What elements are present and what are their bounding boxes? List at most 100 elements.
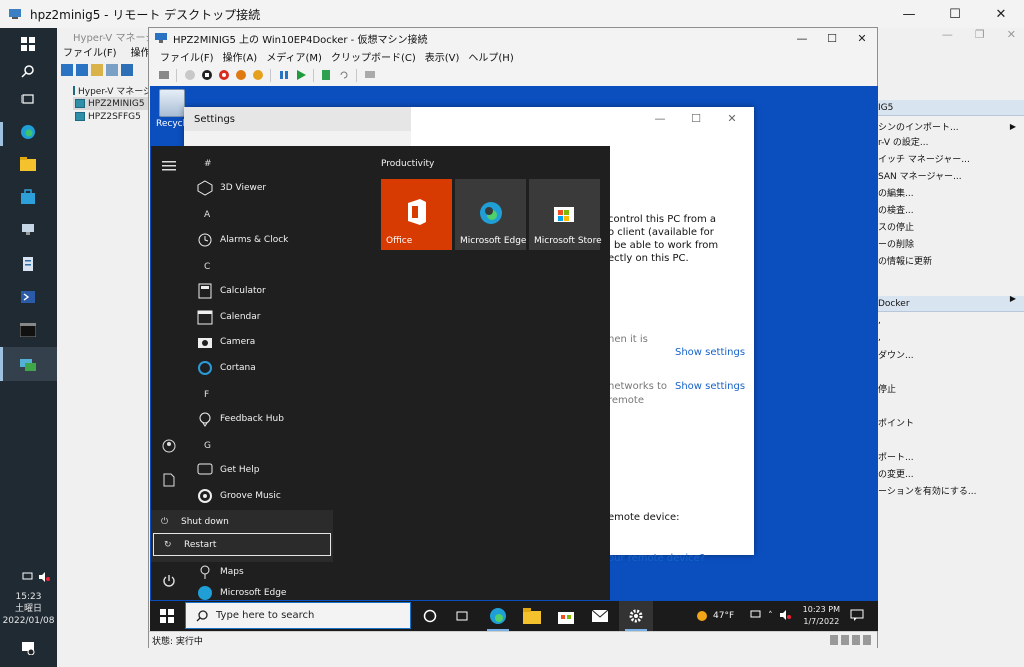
network-icon[interactable]	[14, 218, 42, 242]
vm-menu-media[interactable]: メディア(M)	[266, 49, 322, 64]
app-groove-music[interactable]: Groove Music	[196, 485, 281, 507]
vm-guest-screen[interactable]: Recycle Settings — ☐ ✕ control this PC f…	[150, 86, 878, 631]
guest-start-button[interactable]	[150, 601, 184, 631]
show-settings-link[interactable]: Show settings	[675, 347, 745, 358]
action-item[interactable]: ーの削除	[876, 235, 1024, 252]
notification-icon[interactable]	[850, 609, 864, 624]
action-item[interactable]: スの停止	[876, 218, 1024, 235]
taskbar-file-explorer[interactable]	[515, 601, 549, 631]
pause-icon[interactable]	[277, 69, 290, 82]
section-letter[interactable]: G	[204, 441, 211, 451]
app-camera[interactable]: Camera	[196, 331, 255, 353]
weather-icon[interactable]	[695, 609, 709, 623]
action-item[interactable]: ,	[876, 329, 1024, 346]
app-alarms-clock[interactable]: Alarms & Clock	[196, 229, 288, 251]
user-account-icon[interactable]	[161, 438, 177, 454]
action-item[interactable]: ポイント	[876, 414, 1024, 431]
action-item[interactable]: イッチ マネージャー...	[876, 150, 1024, 167]
back-icon[interactable]	[61, 64, 73, 76]
hyperv-minimize-icon[interactable]: —	[942, 28, 953, 41]
checkpoint-icon[interactable]	[320, 69, 333, 82]
action-item[interactable]: シンのインポート...	[876, 116, 1024, 133]
app-cortana[interactable]: Cortana	[196, 357, 256, 379]
close-button[interactable]: ✕	[978, 0, 1024, 28]
guest-clock[interactable]: 10:23 PM 1/7/2022	[803, 604, 840, 628]
vm-menu-action[interactable]: 操作(A)	[223, 49, 258, 64]
taskbar-mail[interactable]	[583, 601, 617, 631]
volume-muted-icon[interactable]	[30, 565, 58, 589]
action-item[interactable]: の編集...	[876, 184, 1024, 201]
tile-microsoft-store[interactable]: Microsoft Store	[529, 179, 602, 250]
action-item[interactable]: の変更...	[876, 465, 1024, 482]
weather-temperature[interactable]: 47°F	[713, 611, 734, 621]
shut-down-item[interactable]: ⏻ Shut down	[151, 510, 333, 533]
tile-office[interactable]: Office	[381, 179, 452, 250]
action-item[interactable]: ダウン...	[876, 346, 1024, 363]
shutdown-icon[interactable]	[217, 69, 230, 82]
network-tray-icon[interactable]	[750, 610, 762, 623]
action-item[interactable]: ポート...	[876, 448, 1024, 465]
section-letter[interactable]: #	[204, 159, 212, 169]
section-letter[interactable]: F	[204, 390, 209, 400]
vm-menu-file[interactable]: ファイル(F)	[160, 49, 214, 64]
action-item[interactable]: の検査...	[876, 201, 1024, 218]
list-view-icon[interactable]	[106, 64, 118, 76]
windows-start-icon[interactable]	[14, 32, 42, 56]
action-item[interactable]	[876, 397, 1024, 414]
guest-search-box[interactable]: Type here to search	[185, 602, 411, 629]
cortana-button[interactable]	[413, 601, 447, 631]
action-item[interactable]	[876, 431, 1024, 448]
taskbar-edge[interactable]	[481, 601, 515, 631]
powershell-icon[interactable]	[14, 285, 42, 309]
section-letter[interactable]: A	[204, 210, 210, 220]
revert-icon[interactable]	[337, 69, 350, 82]
folder-icon[interactable]	[91, 64, 103, 76]
resume-icon[interactable]	[294, 69, 307, 82]
settings-minimize-button[interactable]: —	[642, 111, 678, 125]
app-calculator[interactable]: Calculator	[196, 280, 266, 302]
help-icon[interactable]	[121, 64, 133, 76]
vm-close-button[interactable]: ✕	[847, 28, 877, 48]
save-icon[interactable]	[234, 69, 247, 82]
task-view-button[interactable]	[445, 601, 479, 631]
section-letter[interactable]: C	[204, 262, 210, 272]
notification-icon[interactable]	[14, 636, 42, 660]
tree-server-hpz2minig5[interactable]: HPZ2MINIG5	[73, 97, 153, 110]
show-hidden-icons-icon[interactable]: ˄	[768, 611, 773, 621]
power-icon[interactable]	[161, 573, 177, 589]
action-item[interactable]: の情報に更新	[876, 252, 1024, 269]
volume-muted-icon[interactable]	[779, 609, 791, 623]
action-item[interactable]: SAN マネージャー...	[876, 167, 1024, 184]
store-icon[interactable]	[14, 185, 42, 209]
restart-item[interactable]: ↻ Restart	[153, 533, 331, 556]
turn-off-icon[interactable]	[200, 69, 213, 82]
hyperv-connection-icon[interactable]	[14, 352, 42, 376]
app-calendar[interactable]: Calendar	[196, 306, 260, 328]
reset-icon[interactable]	[251, 69, 264, 82]
enhanced-session-icon[interactable]	[363, 69, 376, 82]
minimize-button[interactable]: —	[886, 0, 932, 28]
app-feedback-hub[interactable]: Feedback Hub	[196, 408, 284, 430]
forward-icon[interactable]	[76, 64, 88, 76]
app-get-help[interactable]: Get Help	[196, 459, 259, 481]
server-manager-icon[interactable]	[14, 252, 42, 276]
hyperv-close-icon[interactable]: ✕	[1007, 28, 1016, 41]
action-item[interactable]: r-V の設定...	[876, 133, 1024, 150]
app-microsoft-edge[interactable]: Microsoft Edge	[196, 586, 286, 600]
app-3d-viewer[interactable]: 3D Viewer	[196, 177, 266, 199]
documents-icon[interactable]	[161, 472, 177, 488]
tile-microsoft-edge[interactable]: Microsoft Edge	[455, 179, 526, 250]
host-clock[interactable]: 15:23 土曜日 2022/01/08	[0, 591, 57, 627]
start-icon[interactable]	[183, 69, 196, 82]
hyperv-restore-icon[interactable]: ❐	[975, 28, 985, 41]
show-settings-link[interactable]: Show settings	[675, 381, 745, 392]
search-icon[interactable]	[14, 59, 42, 83]
maximize-button[interactable]: ☐	[932, 0, 978, 28]
hamburger-menu-icon[interactable]	[161, 158, 177, 174]
vm-menu-view[interactable]: 表示(V)	[425, 49, 460, 64]
settings-close-button[interactable]: ✕	[714, 111, 750, 125]
vm-menu-clipboard[interactable]: クリップボード(C)	[331, 49, 416, 64]
task-view-icon[interactable]	[14, 87, 42, 111]
action-item[interactable]: ーションを有効にする...	[876, 482, 1024, 499]
action-item[interactable]: ,	[876, 312, 1024, 329]
